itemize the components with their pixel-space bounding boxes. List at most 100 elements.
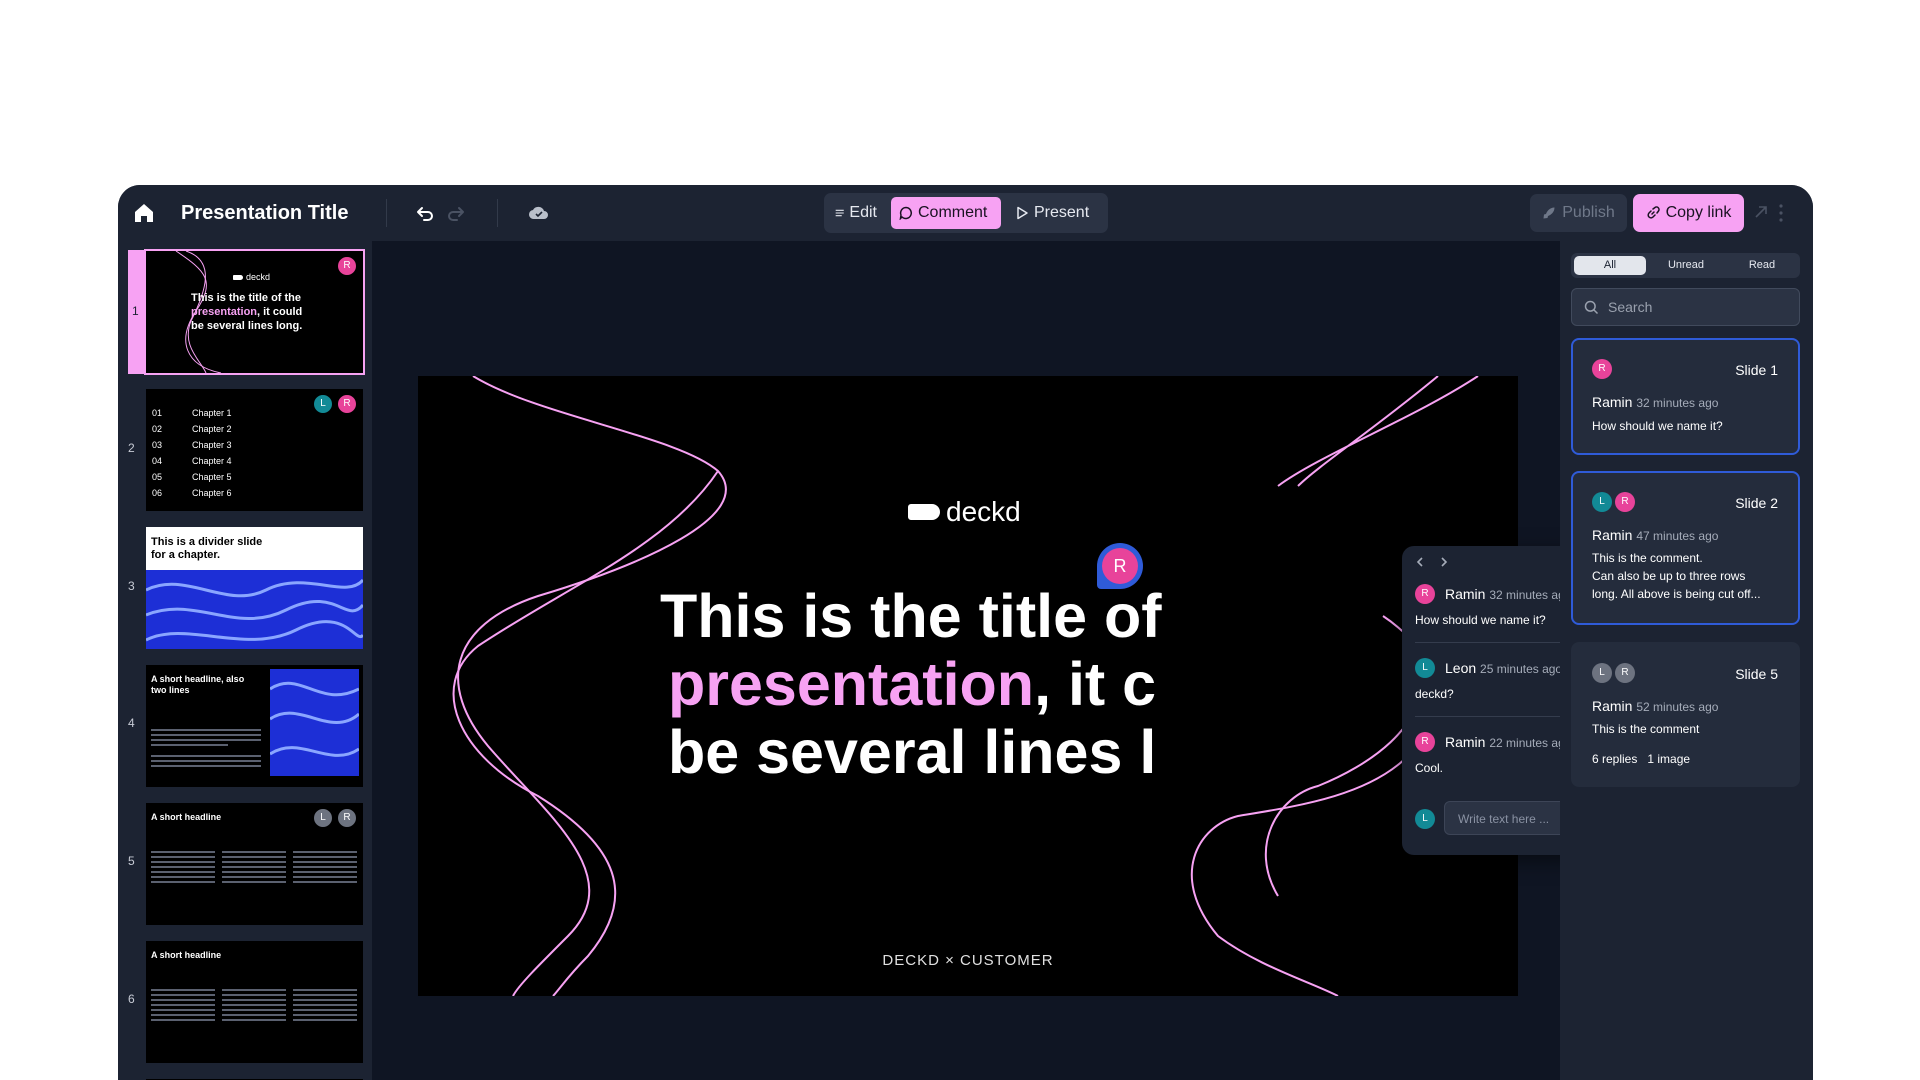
mode-present[interactable]: Present <box>1007 197 1103 229</box>
comments-panel: All Unread Read Search R Slide 1 Ramin 3… <box>1560 241 1813 1080</box>
thumb-title: This is a divider slide for a chapter. <box>151 536 263 561</box>
avatar: R <box>1415 732 1435 752</box>
publish-button[interactable]: Publish <box>1530 194 1627 232</box>
comment-card-slide-5[interactable]: L R Slide 5 Ramin 52 minutes ago This is… <box>1571 642 1800 787</box>
more-options-icon[interactable] <box>1778 203 1784 223</box>
replies-count: 6 replies <box>1592 752 1638 766</box>
mode-edit-label: Edit <box>849 204 877 221</box>
avatar: L <box>1415 658 1435 678</box>
slide-title-line: , it c <box>1034 650 1157 718</box>
slide-number: 5 <box>128 854 135 868</box>
slide-footer: DECKD × CUSTOMER <box>882 952 1054 969</box>
mode-edit[interactable]: Edit <box>827 197 885 229</box>
filter-unread[interactable]: Unread <box>1650 256 1722 275</box>
cloud-saved-icon <box>528 206 548 220</box>
external-open-icon[interactable] <box>1752 203 1770 221</box>
slide-thumbnail-2[interactable]: 01 Chapter 1 02 Chapter 2 03 Chapter 3 04 Ch… <box>146 389 363 511</box>
thumb-title: A short headline <box>151 812 222 822</box>
divider <box>497 199 498 227</box>
filter-all[interactable]: All <box>1574 256 1646 275</box>
thumb-body-text <box>151 851 215 886</box>
thumb-body-text <box>293 851 357 886</box>
avatar: R <box>1415 584 1435 604</box>
comment-card-slide-1[interactable]: R Slide 1 Ramin 32 minutes ago How shoul… <box>1571 338 1800 455</box>
comment-text: Cool. <box>1415 761 1444 775</box>
card-text: This is the comment <box>1592 722 1700 736</box>
thumb-body-text <box>222 989 286 1024</box>
thumb-title: This is the title of the presentation, it… <box>191 292 303 332</box>
deckd-logo-mark <box>908 504 940 520</box>
presentation-title[interactable]: Presentation Title <box>181 199 348 227</box>
play-icon <box>1017 206 1028 220</box>
app-window: Presentation Title Edit Comment Present … <box>118 185 1813 1080</box>
thumb-body-text <box>222 851 286 886</box>
thumb-body-text <box>151 729 261 749</box>
avatar: L <box>1415 809 1435 829</box>
thumb-body-text <box>293 989 357 1024</box>
slide-thumbnail-4[interactable]: A short headline, also two lines <box>146 665 363 787</box>
slide-canvas[interactable]: deckd This is the title of presentation,… <box>418 376 1518 996</box>
card-slide-label: Slide 2 <box>1735 495 1778 511</box>
thumb-title: A short headline <box>151 950 222 960</box>
chevron-left-icon[interactable] <box>1415 556 1425 568</box>
filter-read[interactable]: Read <box>1726 256 1798 275</box>
avatar: R <box>337 394 357 414</box>
chapter-row: 04 Chapter 4 <box>152 456 232 466</box>
slide-number: 2 <box>128 441 135 455</box>
slide-thumbnail-6[interactable]: A short headline <box>146 941 363 1063</box>
card-slide-label: Slide 1 <box>1735 362 1778 378</box>
images-count: 1 image <box>1647 752 1691 766</box>
card-slide-label: Slide 5 <box>1735 666 1778 682</box>
avatar: L <box>313 394 333 414</box>
chapter-row: 01 Chapter 1 <box>152 408 232 418</box>
mode-comment[interactable]: Comment <box>891 197 1001 229</box>
marble-image <box>269 669 360 776</box>
avatar: L <box>1592 663 1612 683</box>
chevron-right-icon[interactable] <box>1439 556 1449 568</box>
comment-pin[interactable]: R <box>1097 543 1143 589</box>
lines-icon <box>835 209 844 217</box>
divider <box>386 199 387 227</box>
slide-number: 4 <box>128 716 135 730</box>
copy-link-button[interactable]: Copy link <box>1633 194 1744 232</box>
comment-icon <box>899 206 912 220</box>
avatar: R <box>337 808 357 828</box>
slide-thumbnail-3[interactable]: This is a divider slide for a chapter. <box>146 527 363 649</box>
slide-title-line: This is the title of <box>660 582 1162 650</box>
home-icon[interactable] <box>132 201 156 225</box>
slide-thumbnail-5[interactable]: A short headline L R <box>146 803 363 925</box>
publish-label: Publish <box>1562 204 1615 221</box>
chapter-row: 05 Chapter 5 <box>152 472 232 482</box>
comment-text: deckd? <box>1415 687 1454 701</box>
marble-image <box>146 578 363 642</box>
mode-switcher: Edit Comment Present <box>824 193 1108 233</box>
search-placeholder: Search <box>1608 299 1653 315</box>
slide-canvas-area: deckd This is the title of presentation,… <box>372 241 1668 1080</box>
redo-icon[interactable] <box>444 201 468 225</box>
comment-author: Leon 25 minutes ago <box>1445 660 1563 676</box>
thumb-title: A short headline, also two lines <box>151 674 245 695</box>
avatar: R <box>1592 359 1612 379</box>
undo-icon[interactable] <box>413 201 437 225</box>
card-meta: 6 replies 1 image <box>1592 752 1690 766</box>
comment-text: How should we name it? <box>1415 613 1546 627</box>
avatar: R <box>1615 492 1635 512</box>
search-icon <box>1584 300 1599 315</box>
slide-number: 1 <box>132 304 139 318</box>
card-author: Ramin 47 minutes ago <box>1592 527 1719 543</box>
card-text: How should we name it? <box>1592 419 1723 433</box>
slide-number: 6 <box>128 992 135 1006</box>
comment-author: Ramin 32 minutes ago <box>1445 586 1572 602</box>
slide-thumbnail-1[interactable]: deckd This is the title of the presentati… <box>144 249 365 375</box>
pin-avatar: R <box>1102 548 1138 584</box>
chapter-row: 03 Chapter 3 <box>152 440 232 450</box>
comment-card-slide-2[interactable]: L R Slide 2 Ramin 47 minutes ago This is… <box>1571 471 1800 625</box>
slide-logo: deckd <box>908 496 1021 528</box>
chapter-row: 06 Chapter 6 <box>152 488 232 498</box>
mode-present-label: Present <box>1034 204 1090 221</box>
comment-search-input[interactable]: Search <box>1571 288 1800 326</box>
link-icon <box>1647 206 1660 219</box>
comment-filter-tabs: All Unread Read <box>1571 253 1800 278</box>
rocket-icon <box>1543 207 1555 219</box>
copy-link-label: Copy link <box>1665 204 1732 221</box>
